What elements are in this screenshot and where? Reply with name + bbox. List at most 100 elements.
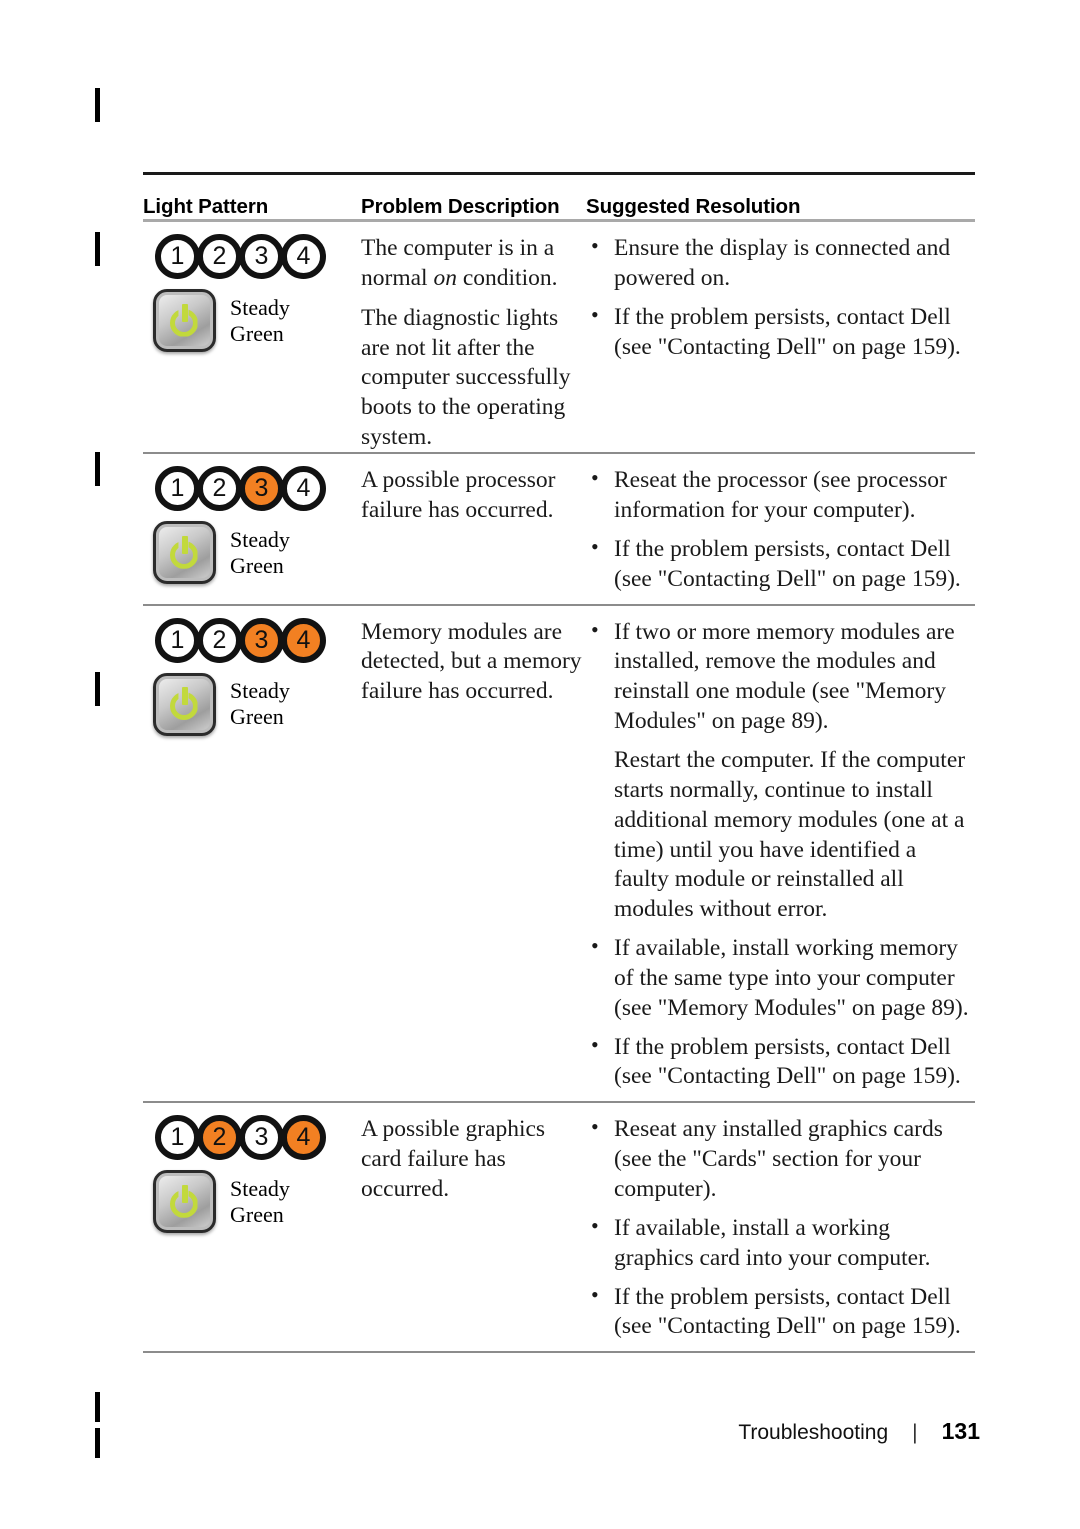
power-light-indicator: Steady Green xyxy=(153,521,361,585)
power-state-line-2: Green xyxy=(230,320,284,346)
footer-page-number: 131 xyxy=(941,1418,980,1444)
diagnostic-light-row: 1234 xyxy=(155,466,361,512)
power-light-indicator: Steady Green xyxy=(153,1170,361,1234)
diagnostic-light-3-on-icon: 3 xyxy=(239,466,284,512)
list-item: If available, install working memory of … xyxy=(586,932,975,1024)
change-bar xyxy=(95,452,100,486)
problem-text-emphasis: on xyxy=(433,264,457,291)
power-state-label: Steady Green xyxy=(230,678,290,730)
list-item: If two or more memory modules are instal… xyxy=(586,616,975,737)
diagnostic-light-row: 1234 xyxy=(155,234,361,279)
list-item: If the problem persists, contact Dell (s… xyxy=(586,533,975,595)
table-body: 1 2 3 4 Steady Green The computer is in a norm… xyxy=(143,222,975,1354)
problem-text: The diagnostic lights are not lit after … xyxy=(361,305,571,450)
diagnostic-light-3-off-icon: 3 xyxy=(239,234,284,279)
power-state-line-1: Steady xyxy=(230,294,290,320)
problem-description-paragraph: Memory modules are detected, but a memor… xyxy=(361,618,586,707)
list-item: Reseat any installed graphics cards (see… xyxy=(586,1113,975,1205)
manual-page: Light Pattern Problem Description Sugges… xyxy=(0,0,1080,1529)
suggested-resolution-cell: Ensure the display is connected and powe… xyxy=(586,232,975,371)
light-pattern-cell: 1 2 3 4 Steady Green xyxy=(143,234,361,352)
list-item: If the problem persists, contact Dell (s… xyxy=(586,1281,975,1343)
table-row: 1 2 3 4 Steady Green A possible processor fail… xyxy=(143,454,975,603)
list-item: Ensure the display is connected and powe… xyxy=(586,232,975,294)
light-pattern-cell: 1 2 3 4 Steady Green xyxy=(143,617,361,736)
page-footer: Troubleshooting | 131 xyxy=(0,1418,1080,1445)
problem-text: A possible processor failure has occurre… xyxy=(361,467,556,523)
list-item: If available, install a working graphics… xyxy=(586,1212,975,1274)
diagnostic-light-3-off-icon: 3 xyxy=(239,1115,284,1161)
power-symbol-icon xyxy=(168,535,202,570)
diagnostic-light-1-off-icon: 1 xyxy=(155,234,200,279)
power-state-label: Steady Green xyxy=(230,527,290,579)
list-item: Reseat the processor (see processor info… xyxy=(586,464,975,526)
problem-description-cell: A possible processor failure has occurre… xyxy=(361,466,586,525)
power-state-line-2: Green xyxy=(230,552,284,578)
suggested-resolution-cell: Reseat any installed graphics cards (see… xyxy=(586,1113,975,1351)
change-bar xyxy=(95,672,100,706)
power-state-line-2: Green xyxy=(230,1201,284,1227)
power-state-label: Steady Green xyxy=(230,1176,290,1228)
resolution-list: Reseat any installed graphics cards (see… xyxy=(586,1113,975,1343)
power-symbol-icon xyxy=(168,1184,202,1219)
problem-description-cell: The computer is in a normal on condition… xyxy=(361,234,586,452)
power-symbol-icon xyxy=(168,687,202,721)
list-item: If the problem persists, contact Dell (s… xyxy=(586,1031,975,1093)
power-light-indicator: Steady Green xyxy=(153,289,361,352)
diagnostic-light-1-off-icon: 1 xyxy=(155,617,200,663)
resolution-list: If two or more memory modules are instal… xyxy=(586,616,975,1093)
power-light-indicator: Steady Green xyxy=(153,672,361,736)
diagnostic-light-4-off-icon: 4 xyxy=(281,466,326,512)
list-item: Restart the computer. If the computer st… xyxy=(614,747,966,923)
diagnostic-light-4-off-icon: 4 xyxy=(281,234,326,279)
power-button-icon xyxy=(153,289,216,352)
diagnostic-light-2-off-icon: 2 xyxy=(197,617,242,663)
problem-description-paragraph: The computer is in a normal on condition… xyxy=(361,234,586,293)
power-state-label: Steady Green xyxy=(230,295,290,347)
suggested-resolution-cell: Reseat the processor (see processor info… xyxy=(586,464,975,603)
resolution-list: Ensure the display is connected and powe… xyxy=(586,232,975,363)
change-bar xyxy=(95,232,100,266)
resolution-list: Reseat the processor (see processor info… xyxy=(586,464,975,595)
problem-description-paragraph: The diagnostic lights are not lit after … xyxy=(361,304,586,452)
diagnostic-light-4-on-icon: 4 xyxy=(281,1115,326,1161)
column-header-suggested-resolution: Suggested Resolution xyxy=(586,195,801,218)
footer-chapter-label: Troubleshooting xyxy=(738,1421,889,1444)
light-pattern-cell: 1 2 3 4 Steady Green xyxy=(143,1115,361,1234)
power-state-line-1: Steady xyxy=(230,678,290,704)
power-state-line-2: Green xyxy=(230,704,284,730)
problem-description-cell: Memory modules are detected, but a memor… xyxy=(361,618,586,707)
diagnostic-light-row: 1234 xyxy=(155,617,361,663)
power-button-icon xyxy=(153,672,216,736)
diagnostic-light-2-off-icon: 2 xyxy=(197,466,242,512)
problem-description-cell: A possible graphics card failure has occ… xyxy=(361,1115,586,1204)
column-header-problem-description: Problem Description xyxy=(361,195,560,218)
change-bar xyxy=(95,88,100,122)
problem-description-paragraph: A possible processor failure has occurre… xyxy=(361,466,586,525)
problem-text-tail: condition. xyxy=(456,264,558,291)
table-row: 1 2 3 4 Steady Green A possible graphics card … xyxy=(143,1103,975,1351)
diagnostic-light-2-off-icon: 2 xyxy=(197,234,242,279)
diagnostic-light-1-off-icon: 1 xyxy=(155,466,200,512)
list-item: If the problem persists, contact Dell (s… xyxy=(586,301,975,363)
diagnostic-light-1-off-icon: 1 xyxy=(155,1115,200,1161)
diagnostic-light-4-on-icon: 4 xyxy=(281,617,326,663)
suggested-resolution-cell: If two or more memory modules are instal… xyxy=(586,616,975,1102)
table-row: 1 2 3 4 Steady Green The computer is in a norm… xyxy=(143,222,975,452)
power-button-icon xyxy=(153,1170,216,1234)
table-header-row: Light Pattern Problem Description Sugges… xyxy=(143,175,975,219)
problem-text: A possible graphics card failure has occ… xyxy=(361,1116,546,1202)
problem-description-paragraph: A possible graphics card failure has occ… xyxy=(361,1115,586,1204)
column-header-light-pattern: Light Pattern xyxy=(143,195,269,218)
table-row-rule xyxy=(143,1351,975,1354)
power-symbol-icon xyxy=(168,303,202,338)
diagnostic-lights-table: Light Pattern Problem Description Sugges… xyxy=(143,172,975,1354)
footer-separator: | xyxy=(912,1421,918,1444)
power-state-line-1: Steady xyxy=(230,1175,290,1201)
power-state-line-1: Steady xyxy=(230,526,290,552)
table-row: 1 2 3 4 Steady Green Memory modules are detect… xyxy=(143,606,975,1102)
power-button-icon xyxy=(153,521,216,585)
problem-text: Memory modules are detected, but a memor… xyxy=(361,618,582,704)
light-pattern-cell: 1 2 3 4 Steady Green xyxy=(143,466,361,585)
diagnostic-light-row: 1234 xyxy=(155,1115,361,1161)
